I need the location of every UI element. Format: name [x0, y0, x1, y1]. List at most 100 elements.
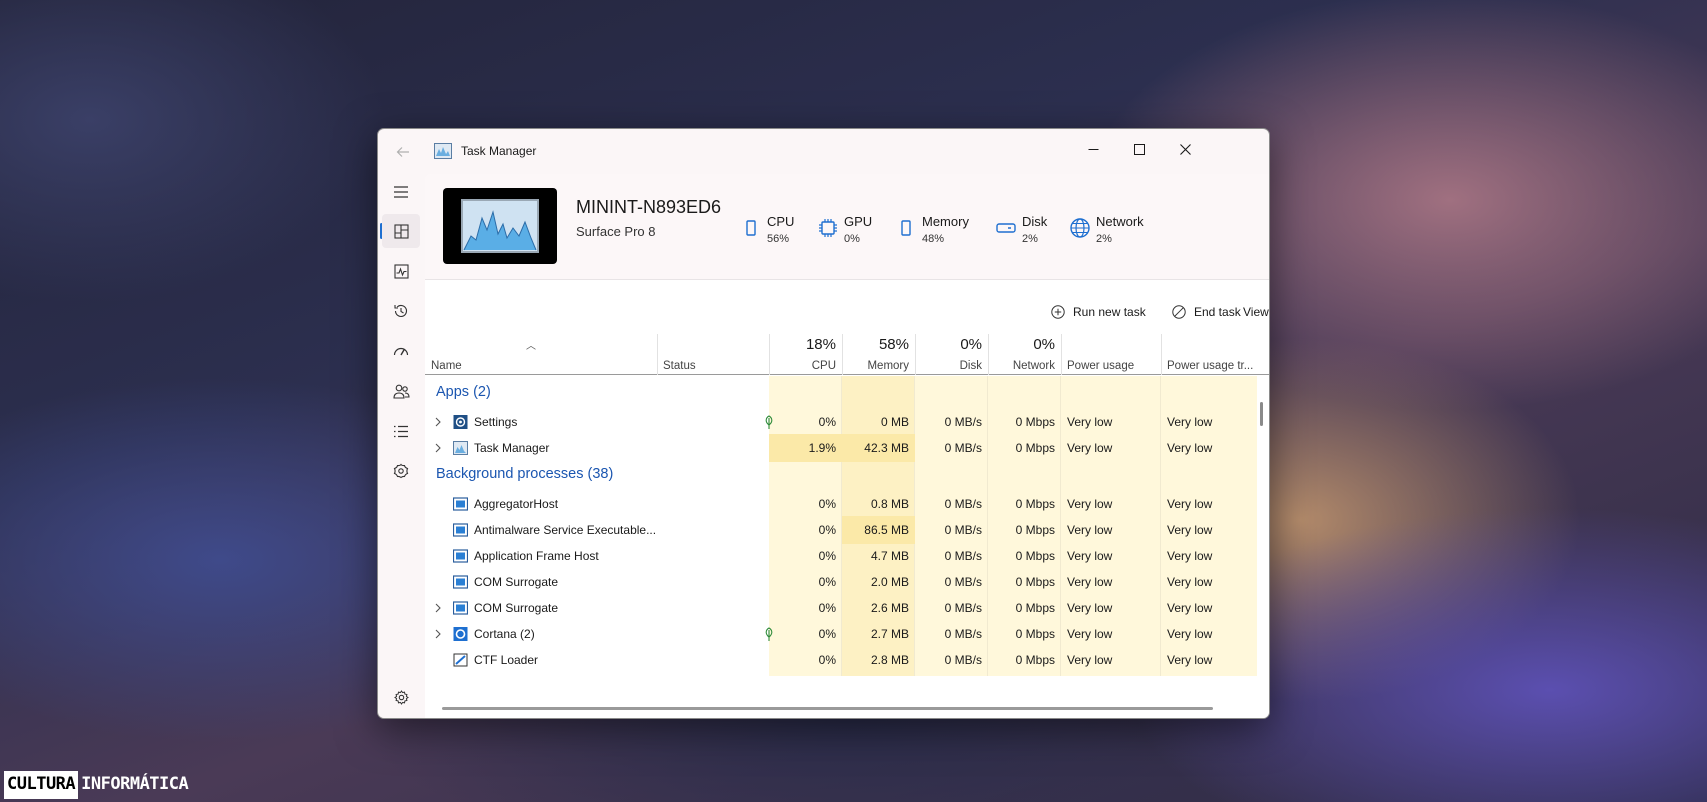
column-total: 0% — [960, 336, 982, 353]
table-row[interactable]: Task Manager 1.9% 42.3 MB 0 MB/s 0 Mbps Very … — [425, 434, 1269, 462]
sidebar-item-app-history[interactable] — [382, 294, 420, 328]
details-icon — [394, 425, 408, 437]
view-button[interactable]: View — [1243, 303, 1269, 321]
column-header-disk[interactable]: 0% Disk — [915, 334, 988, 375]
memory-icon — [901, 220, 911, 236]
process-name: Task Manager — [474, 441, 550, 455]
chevron-right-icon[interactable] — [433, 628, 443, 640]
column-header-name[interactable]: ︿ Name — [425, 334, 657, 375]
cell-network: 0 Mbps — [1015, 523, 1055, 537]
task-manager-app-icon — [434, 143, 452, 159]
cell-cpu: 0% — [818, 523, 836, 537]
task-manager-window: Task Manager MININT-N893ED6 Surface Pro … — [377, 128, 1270, 719]
cell-power-trend: Very low — [1167, 415, 1213, 429]
table-row[interactable]: Antimalware Service Executable... 0% 86.5 … — [425, 516, 1269, 544]
cell-power-trend: Very low — [1167, 575, 1213, 589]
column-header-network[interactable]: 0% Network — [988, 334, 1061, 375]
cell-memory: 2.8 MB — [870, 653, 909, 667]
chevron-right-icon[interactable] — [433, 442, 443, 454]
chevron-right-icon[interactable] — [433, 416, 443, 428]
performance-icon — [393, 263, 409, 279]
device-name: MININT-N893ED6 — [576, 197, 722, 217]
cell-disk: 0 MB/s — [944, 415, 982, 429]
sidebar-item-services[interactable] — [382, 454, 420, 488]
table-row[interactable]: COM Surrogate 0% 2.0 MB 0 MB/s 0 Mbps Very lo… — [425, 568, 1269, 596]
cell-disk: 0 MB/s — [944, 441, 982, 455]
run-new-task-button[interactable]: Run new task — [1051, 303, 1146, 321]
horizontal-scrollbar[interactable] — [442, 707, 1213, 710]
minimize-button[interactable] — [1070, 133, 1116, 165]
cell-memory: 0 MB — [880, 415, 909, 429]
cell-network: 0 Mbps — [1015, 441, 1055, 455]
sidebar-item-settings[interactable] — [382, 680, 420, 714]
menu-button[interactable] — [382, 175, 420, 209]
stat-value: 2% — [1022, 233, 1038, 245]
cell-cpu: 0% — [818, 653, 836, 667]
cell-power: Very low — [1067, 653, 1113, 667]
cell-network: 0 Mbps — [1015, 415, 1055, 429]
end-task-button[interactable]: End task — [1172, 303, 1241, 321]
end-task-label: End task — [1194, 305, 1241, 319]
cell-network: 0 Mbps — [1015, 601, 1055, 615]
column-header-memory[interactable]: 58% Memory — [842, 334, 915, 375]
table-row[interactable]: AggregatorHost 0% 0.8 MB 0 MB/s 0 Mbps Very l… — [425, 490, 1269, 518]
cell-network: 0 Mbps — [1015, 549, 1055, 563]
group-title: Background processes (38) — [436, 466, 614, 482]
cell-memory: 86.5 MB — [842, 516, 915, 544]
cell-cpu: 0% — [818, 627, 836, 641]
sort-up-icon: ︿ — [526, 341, 536, 352]
sidebar-item-startup-apps[interactable] — [382, 334, 420, 368]
device-header: MININT-N893ED6 Surface Pro 8 CPU 56% GPU… — [425, 174, 1269, 280]
cell-power: Very low — [1067, 497, 1113, 511]
processes-page: MININT-N893ED6 Surface Pro 8 CPU 56% GPU… — [425, 174, 1269, 718]
process-icon — [453, 549, 468, 563]
group-header[interactable]: Apps (2) — [425, 378, 1269, 412]
close-icon — [1179, 143, 1191, 155]
cell-power: Very low — [1067, 415, 1113, 429]
sidebar-item-performance[interactable] — [382, 254, 420, 288]
cell-disk: 0 MB/s — [944, 575, 982, 589]
stat-label: Memory — [922, 214, 969, 229]
cell-power-trend: Very low — [1167, 523, 1213, 537]
table-row[interactable]: COM Surrogate 0% 2.6 MB 0 MB/s 0 Mbps Very lo… — [425, 594, 1269, 622]
sidebar-item-details[interactable] — [382, 414, 420, 448]
users-icon — [392, 384, 410, 399]
cell-memory: 2.0 MB — [870, 575, 909, 589]
sidebar-item-users[interactable] — [382, 374, 420, 408]
chevron-right-icon[interactable] — [433, 602, 443, 614]
column-label: Status — [663, 360, 696, 372]
cell-cpu: 0% — [818, 601, 836, 615]
table-row[interactable]: Cortana (2) 0% 2.7 MB 0 MB/s 0 Mbps Very low V… — [425, 620, 1269, 648]
stat-label: Disk — [1022, 214, 1048, 229]
column-header-power-usage[interactable]: Power usage — [1061, 334, 1161, 375]
cell-network: 0 Mbps — [1015, 497, 1055, 511]
stat-value: 2% — [1096, 233, 1112, 245]
table-header: ︿ Name Status 18% CPU 58% Memory 0% Disk — [425, 334, 1269, 375]
watermark-part2: INFORMÁTICA — [81, 774, 189, 794]
table-row[interactable]: Settings 0% 0 MB 0 MB/s 0 Mbps Very low Very l… — [425, 408, 1269, 436]
cell-power-trend: Very low — [1167, 601, 1213, 615]
process-table: Apps (2) Settings 0% 0 MB 0 MB/s 0 Mbps Very l… — [425, 376, 1269, 676]
vertical-scrollbar[interactable] — [1260, 402, 1263, 426]
process-icon — [453, 601, 468, 615]
group-header[interactable]: Background processes (38) — [425, 460, 1269, 494]
stat-value: 0% — [844, 233, 860, 245]
cell-disk: 0 MB/s — [944, 601, 982, 615]
sidebar-item-processes[interactable] — [382, 214, 420, 248]
table-row[interactable]: Application Frame Host 0% 4.7 MB 0 MB/s 0 Mb… — [425, 542, 1269, 570]
process-name: Cortana (2) — [474, 627, 535, 641]
column-label: Power usage tr... — [1167, 360, 1254, 372]
cell-disk: 0 MB/s — [944, 497, 982, 511]
table-row[interactable]: CTF Loader 0% 2.8 MB 0 MB/s 0 Mbps Very low Ve… — [425, 646, 1269, 674]
column-label: CPU — [811, 360, 836, 372]
maximize-button[interactable] — [1116, 133, 1162, 165]
column-header-cpu[interactable]: 18% CPU — [769, 334, 842, 375]
close-button[interactable] — [1162, 133, 1208, 165]
back-button[interactable] — [390, 141, 416, 163]
column-header-power-usage-trend[interactable]: Power usage tr... — [1161, 334, 1269, 375]
stat-label: CPU — [767, 214, 795, 229]
cell-disk: 0 MB/s — [944, 627, 982, 641]
minimize-icon — [1088, 148, 1098, 150]
column-header-status[interactable]: Status — [657, 334, 769, 375]
cell-memory: 4.7 MB — [870, 549, 909, 563]
